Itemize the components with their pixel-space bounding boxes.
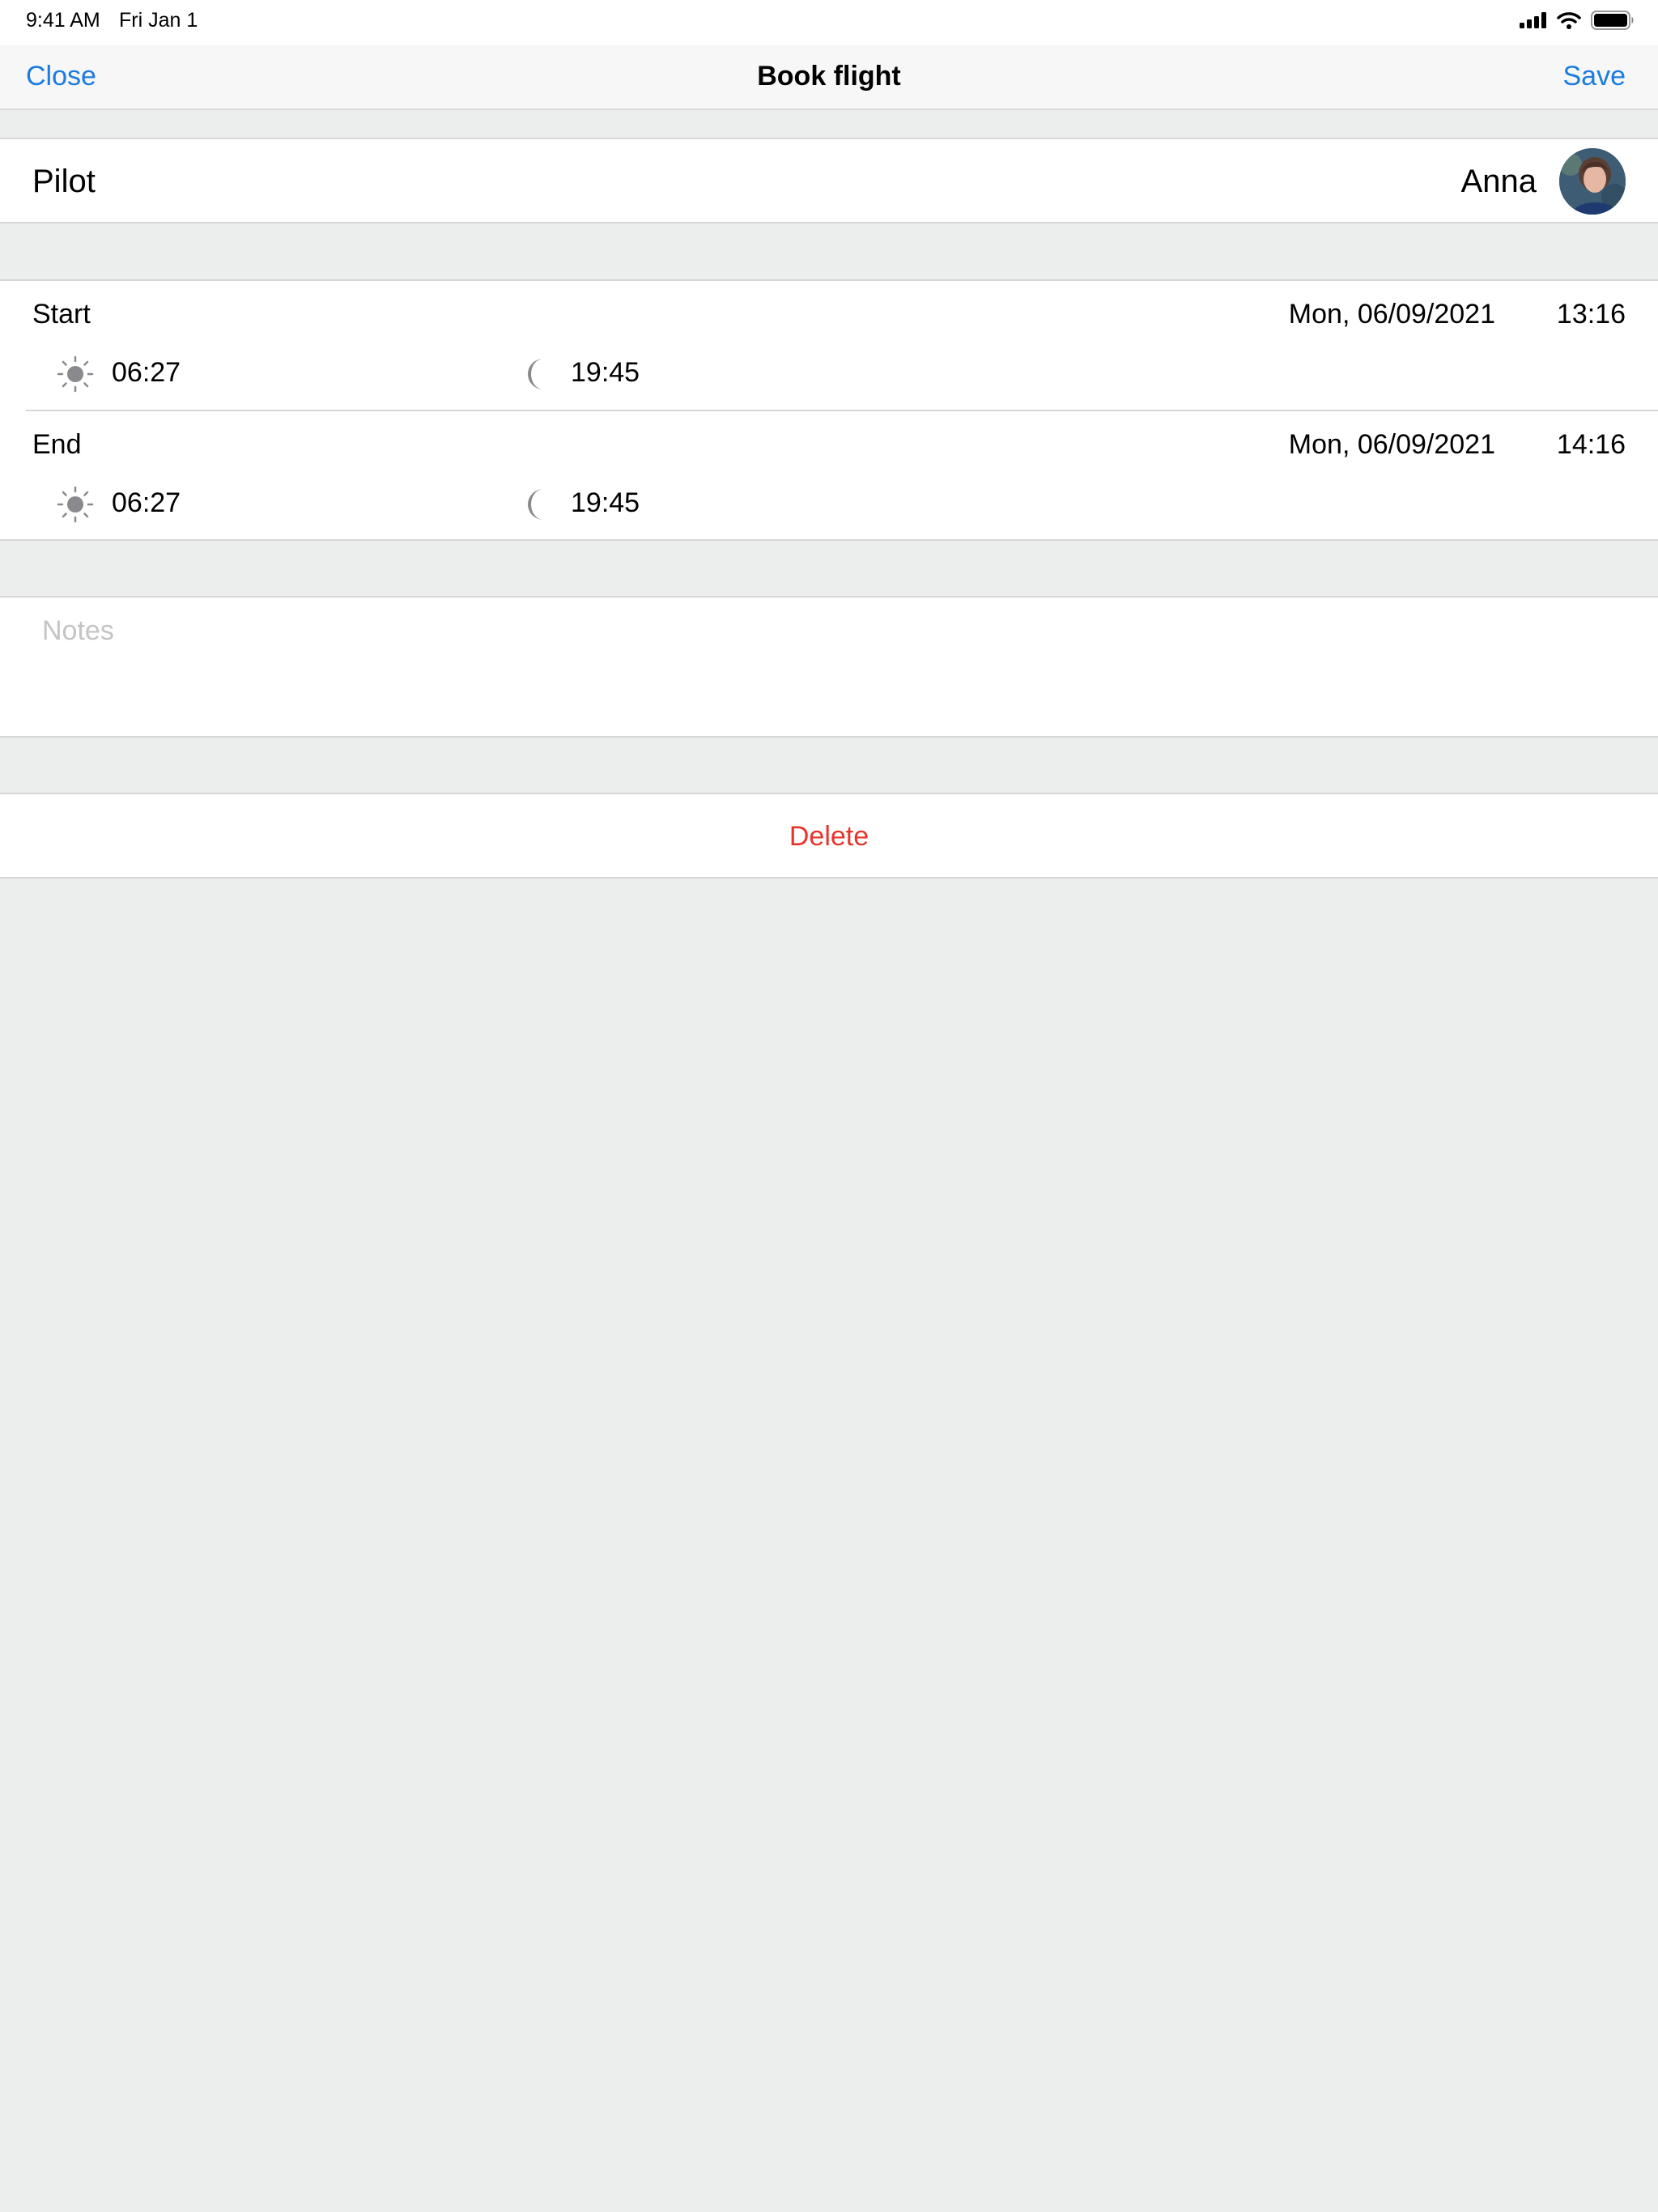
- end-sunset-time: 19:45: [571, 487, 640, 518]
- status-icons: [1520, 10, 1635, 31]
- start-date[interactable]: Mon, 06/09/2021: [1289, 298, 1495, 330]
- moon-icon: [527, 489, 543, 520]
- delete-button[interactable]: Delete: [0, 819, 1658, 854]
- navigation-bar: Close Book flight Save: [0, 45, 1658, 110]
- avatar-photo-icon: [1559, 148, 1626, 215]
- start-sunset-time: 19:45: [571, 357, 640, 388]
- end-sunrise-time: 06:27: [112, 487, 181, 518]
- pilot-row[interactable]: Pilot Anna: [0, 138, 1658, 223]
- end-date[interactable]: Mon, 06/09/2021: [1289, 428, 1495, 461]
- status-bar: 9:41 AM Fri Jan 1: [0, 0, 1658, 45]
- pilot-name: Anna: [1460, 164, 1537, 199]
- end-row[interactable]: End Mon, 06/09/2021 14:16 06:27 19:45: [0, 411, 1658, 541]
- sun-icon: [57, 355, 94, 393]
- flight-time-section: Start Mon, 06/09/2021 13:16 06:27 19:45 …: [0, 279, 1658, 541]
- status-date: Fri Jan 1: [119, 9, 198, 32]
- avatar: [1559, 148, 1626, 215]
- wifi-icon: [1557, 12, 1581, 29]
- start-row[interactable]: Start Mon, 06/09/2021 13:16 06:27 19:45: [0, 281, 1658, 410]
- status-time: 9:41 AM: [26, 9, 100, 32]
- page-title: Book flight: [757, 61, 901, 91]
- moon-icon: [527, 359, 543, 389]
- start-time[interactable]: 13:16: [1557, 298, 1626, 330]
- sun-icon: [57, 486, 94, 523]
- save-button[interactable]: Save: [1563, 58, 1626, 94]
- start-label: Start: [32, 299, 91, 330]
- cellular-signal-icon: [1520, 12, 1546, 28]
- notes-section: [0, 596, 1658, 738]
- battery-icon: [1591, 11, 1634, 30]
- pilot-label: Pilot: [32, 164, 96, 199]
- delete-section: Delete: [0, 793, 1658, 878]
- start-sunrise-time: 06:27: [112, 357, 181, 388]
- notes-field[interactable]: [42, 614, 1613, 719]
- end-time[interactable]: 14:16: [1557, 428, 1626, 461]
- end-label: End: [32, 429, 82, 460]
